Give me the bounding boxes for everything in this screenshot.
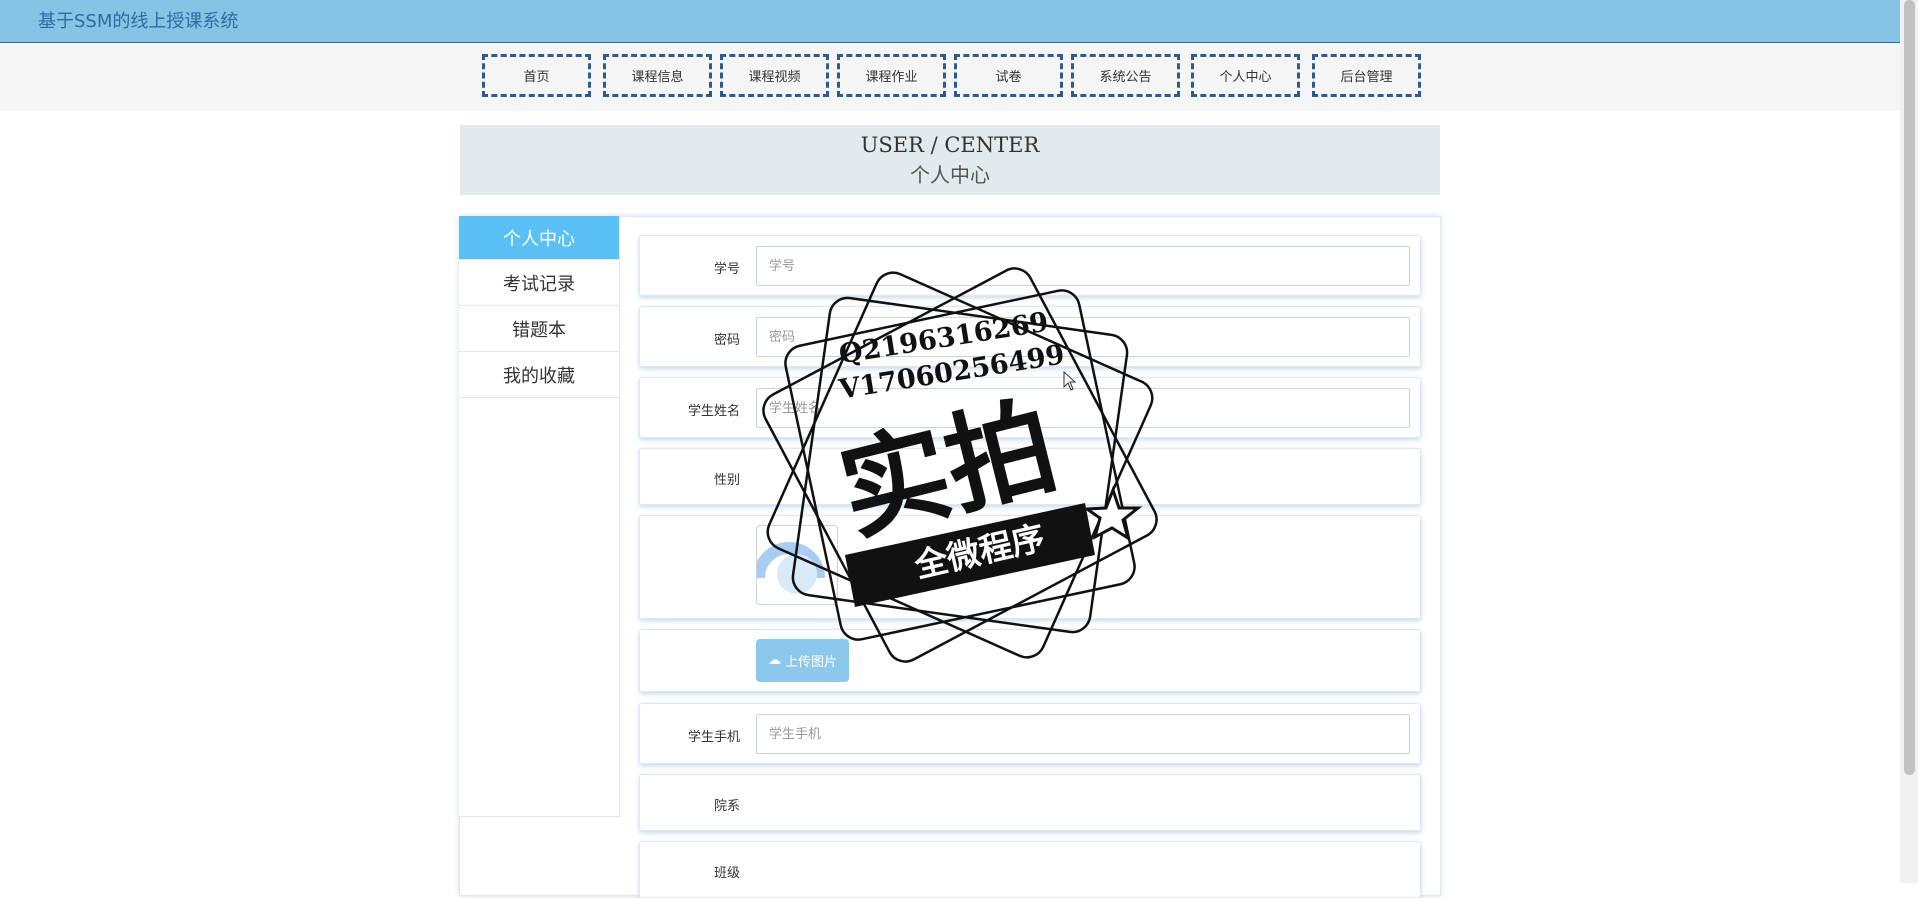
form-row-department: 院系 [639,774,1421,831]
banner-title-en: USER / CENTER [860,133,1040,157]
banner-title-zh: 个人中心 [910,163,990,187]
avatar-preview[interactable] [756,525,838,605]
class-label: 班级 [713,866,740,881]
student-name-label: 学生姓名 [687,404,740,419]
avatar-placeholder-icon [757,542,825,594]
nav-exam[interactable]: 试卷 [954,54,1063,97]
sidebar-item-exam-records[interactable]: 考试记录 [459,260,619,306]
scrollbar-thumb[interactable] [1904,0,1915,775]
form-row-avatar [639,515,1421,619]
password-label: 密码 [713,333,740,348]
form-row-upload: ☁ 上传图片 [639,629,1421,692]
student-name-input[interactable] [756,388,1410,428]
mouse-cursor-icon [1063,371,1077,391]
nav-course-video[interactable]: 课程视频 [720,54,829,97]
student-id-input[interactable] [756,246,1410,286]
form-row-student-id: 学号 [639,235,1421,296]
nav-admin[interactable]: 后台管理 [1312,54,1421,97]
sidebar: 个人中心 考试记录 错题本 我的收藏 [459,216,620,817]
form-row-class: 班级 [639,841,1421,898]
form-row-gender: 性别 [639,448,1421,505]
phone-input[interactable] [756,714,1410,754]
nav-home[interactable]: 首页 [482,54,591,97]
password-input[interactable] [756,317,1410,357]
upload-image-button[interactable]: ☁ 上传图片 [756,639,849,682]
form-row-password: 密码 [639,306,1421,367]
page-banner: USER / CENTER 个人中心 [460,125,1440,195]
sidebar-item-wrong-questions[interactable]: 错题本 [459,306,619,352]
gender-label: 性别 [713,473,740,488]
top-bar: 基于SSM的线上授课系统 [0,0,1918,43]
phone-label: 学生手机 [687,730,740,745]
nav-course-info[interactable]: 课程信息 [603,54,712,97]
student-id-label: 学号 [713,262,740,277]
sidebar-item-user-center[interactable]: 个人中心 [459,216,619,260]
cloud-upload-icon: ☁ [767,653,781,668]
form-row-phone: 学生手机 [639,703,1421,764]
nav-course-homework[interactable]: 课程作业 [837,54,946,97]
department-label: 院系 [713,799,740,814]
site-title: 基于SSM的线上授课系统 [38,11,239,32]
nav-announcement[interactable]: 系统公告 [1071,54,1180,97]
upload-button-label: 上传图片 [784,655,837,670]
form-row-student-name: 学生姓名 [639,377,1421,438]
sidebar-item-favorites[interactable]: 我的收藏 [459,352,619,398]
nav-user-center[interactable]: 个人中心 [1191,54,1300,97]
nav-band [0,43,1900,111]
